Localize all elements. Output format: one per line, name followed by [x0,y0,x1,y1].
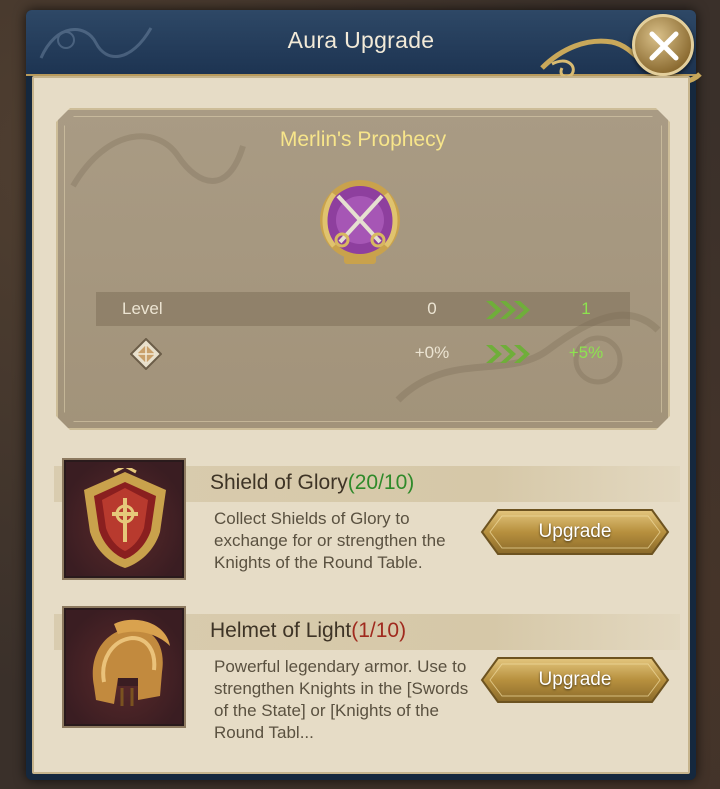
crossed-swords-emblem-icon [320,180,400,264]
diamond-stat-icon [130,338,162,370]
upgrade-button[interactable]: Upgrade [480,656,670,704]
level-label: Level [122,299,163,318]
bonus-current-value: +0% [414,343,450,362]
close-button[interactable] [632,14,694,76]
triple-chevron-right-icon [486,301,530,319]
triple-chevron-right-icon [486,345,530,363]
item-description: Collect Shields of Glory to exchange for… [214,509,446,572]
item-name: Shield of Glory(20/10) [210,471,415,494]
bonus-stat-row: +0% +5% [96,336,630,370]
aura-upgrade-window: Aura Upgrade Merlin's Prophecy Level 0 1… [26,10,702,780]
item-shield-of-glory: Shield of Glory(20/10) Collect Shields o… [54,458,680,590]
upgrade-button-label: Upgrade [538,669,612,690]
item-thumbnail[interactable] [62,606,186,728]
item-description: Powerful legendary armor. Use to strengt… [214,657,469,742]
aura-name: Merlin's Prophecy [279,128,447,151]
item-helmet-of-light: Helmet of Light(1/10) Powerful legendary… [54,606,680,742]
title-bar: Aura Upgrade [26,10,702,89]
content-parchment: Merlin's Prophecy Level 0 1 +0% +5% Shie… [32,76,690,774]
upgrade-button[interactable]: Upgrade [480,508,670,556]
close-icon [649,31,679,61]
item-count: (1/10) [351,619,407,642]
item-count: (20/10) [347,471,415,494]
aura-panel: Merlin's Prophecy Level 0 1 +0% +5% [56,108,670,430]
level-stat-row: Level 0 1 [96,292,630,326]
item-name: Helmet of Light(1/10) [210,619,407,642]
helmet-of-light-icon [92,619,170,706]
bonus-next-value: +5% [568,343,604,362]
level-current-value: 0 [427,299,437,318]
level-next-value: 1 [581,299,591,318]
shield-of-glory-icon [84,468,166,568]
upgrade-button-label: Upgrade [538,521,612,542]
item-thumbnail[interactable] [62,458,186,580]
